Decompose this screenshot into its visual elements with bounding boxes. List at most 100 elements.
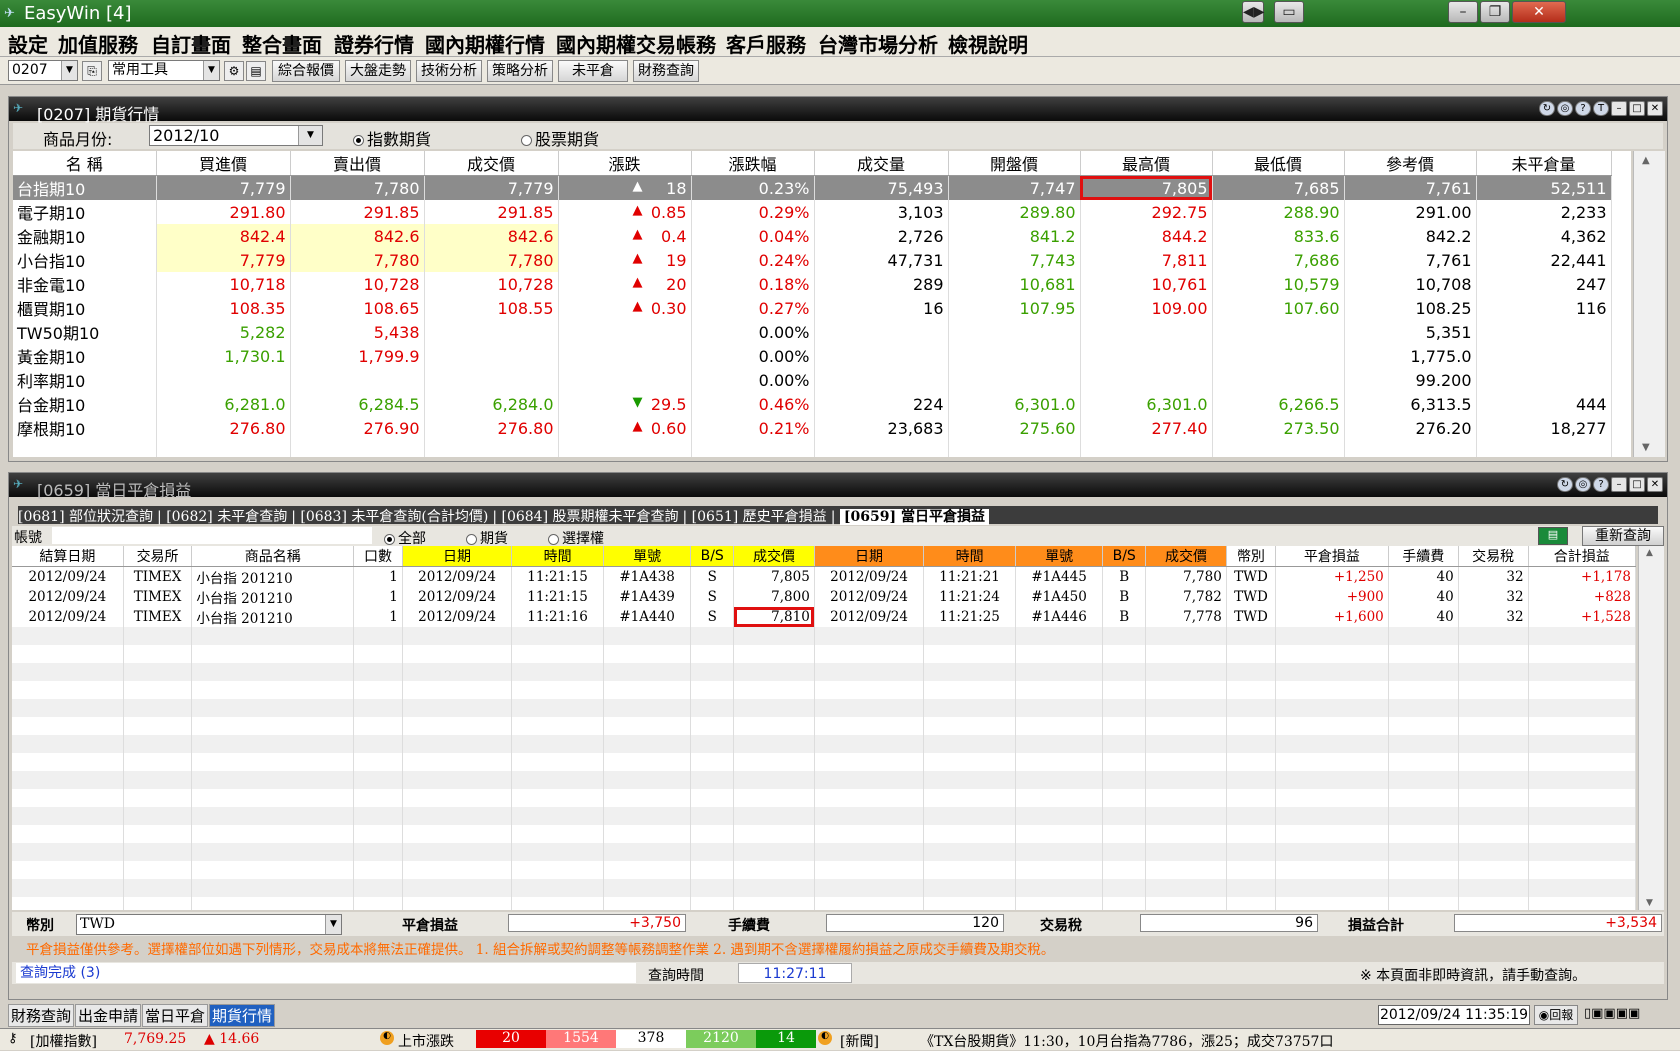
menu-item[interactable]: 國內期權行情 <box>425 29 545 58</box>
menu-item[interactable]: 設定 <box>8 29 48 58</box>
bell-icon[interactable]: ◐ <box>818 1031 832 1045</box>
menu-item[interactable]: 檢視說明 <box>948 29 1028 58</box>
toolbar-button[interactable]: 大盤走勢 <box>345 60 411 82</box>
tab-0651[interactable]: [0651] 歷史平倉損益 <box>692 509 827 525</box>
quote-row[interactable]: 非金電10 10,718 10,728 10,728 ▲ 20 0.18% 289 10,681… <box>13 272 1612 296</box>
column-header[interactable]: 名 稱 <box>13 151 157 176</box>
column-header[interactable]: 成交價 <box>733 546 815 567</box>
column-header[interactable]: 交易稅 <box>1458 546 1529 567</box>
layout-icons[interactable]: ▯▣▣▣▣ <box>1584 1006 1640 1021</box>
column-header[interactable]: 漲跌 <box>558 151 692 176</box>
quote-row[interactable]: 摩根期10 276.80 276.90 276.80 ▲ 0.60 0.21% 23,683 2… <box>13 416 1612 440</box>
quote-row[interactable]: 台金期10 6,281.0 6,284.5 6,284.0 ▼ 29.5 0.46% 224 6… <box>13 392 1612 416</box>
radio-options[interactable]: 選擇權 <box>548 528 604 548</box>
bottom-tab[interactable]: 當日平倉 <box>142 1004 209 1027</box>
column-header[interactable]: 交易所 <box>123 546 193 567</box>
settings-icon[interactable]: ◎ <box>1557 101 1573 116</box>
window-icon[interactable]: ▤ <box>246 61 266 81</box>
radio-all[interactable]: 全部 <box>384 528 426 548</box>
tab-0682[interactable]: [0682] 未平倉查詢 <box>166 509 287 525</box>
arrows-icon[interactable]: ◀▶ <box>1242 1 1265 23</box>
radio-futures[interactable]: 期貨 <box>466 528 508 548</box>
bottom-tab[interactable]: 出金申請 <box>75 1004 142 1027</box>
column-header[interactable]: 成交價 <box>1145 546 1227 567</box>
link-icon[interactable]: ↻ <box>1557 477 1573 492</box>
menu-item[interactable]: 客戶服務 <box>726 29 806 58</box>
menu-item[interactable]: 整合畫面 <box>242 29 322 58</box>
tools-combo[interactable]: 常用工具 ▼ <box>108 60 220 81</box>
column-header[interactable]: 買進價 <box>156 151 291 176</box>
column-header[interactable]: 漲跌幅 <box>691 151 815 176</box>
scroll-up-icon[interactable]: ▲ <box>1646 548 1653 558</box>
column-header[interactable]: 最低價 <box>1212 151 1345 176</box>
toolbar-button[interactable]: 技術分析 <box>416 60 482 82</box>
chevron-down-icon[interactable]: ▼ <box>298 126 322 145</box>
quote-row[interactable]: 櫃買期10 108.35 108.65 108.55 ▲ 0.30 0.27% 16 107.9… <box>13 296 1612 320</box>
maximize-button[interactable]: ❐ <box>1480 1 1510 23</box>
tab-0684[interactable]: [0684] 股票期權未平倉查詢 <box>501 509 678 525</box>
code-combo[interactable]: 0207 ▼ <box>8 60 78 81</box>
chevron-down-icon[interactable]: ▼ <box>203 61 219 80</box>
minimize-button[interactable]: – <box>1611 477 1627 492</box>
menu-item[interactable]: 證券行情 <box>334 29 414 58</box>
column-header[interactable]: 開盤價 <box>948 151 1081 176</box>
column-header[interactable]: B/S <box>690 546 735 567</box>
column-header[interactable]: B/S <box>1102 546 1147 567</box>
screen-icon[interactable]: ▭ <box>1274 1 1304 23</box>
column-header[interactable]: 成交量 <box>814 151 949 176</box>
settings-icon[interactable]: ◎ <box>1575 477 1591 492</box>
month-combo[interactable]: 2012/10 ▼ <box>149 125 323 146</box>
menu-item[interactable]: 加值服務 <box>58 29 138 58</box>
minimize-button[interactable]: – <box>1448 1 1478 23</box>
column-header[interactable]: 單號 <box>603 546 692 567</box>
maximize-button[interactable]: □ <box>1629 101 1645 116</box>
excel-icon[interactable]: ▤ <box>1538 527 1568 545</box>
column-header[interactable]: 成交價 <box>424 151 559 176</box>
column-header[interactable]: 結算日期 <box>12 546 124 567</box>
quote-row[interactable]: 小台指10 7,779 7,780 7,780 ▲ 19 0.24% 47,731 7,743 7… <box>13 248 1612 272</box>
radio-index[interactable]: 指數期貨 <box>353 126 431 150</box>
tab-0683[interactable]: [0683] 未平倉查詢(合計均價) <box>300 509 488 525</box>
radio-stock[interactable]: 股票期貨 <box>521 126 599 150</box>
toolbar-button[interactable]: 財務查詢 <box>633 60 699 82</box>
maximize-button[interactable]: □ <box>1629 477 1645 492</box>
column-header[interactable]: 平倉損益 <box>1275 546 1389 567</box>
pnl-row[interactable]: 2012/09/24 TIMEX 小台指 201210 1 2012/09/24 11:2… <box>12 607 1636 627</box>
quote-row[interactable]: TW50期10 5,282 5,438 0.00% 5,351 <box>13 320 1612 344</box>
quote-row[interactable]: 台指期10 7,779 7,780 7,779 ▲ 18 0.23% 75,493 7,747 7… <box>13 175 1612 200</box>
column-header[interactable]: 未平倉量 <box>1476 151 1612 176</box>
scroll-down-icon[interactable]: ▼ <box>1646 898 1653 908</box>
close-button[interactable]: ✕ <box>1647 477 1663 492</box>
column-header[interactable]: 最高價 <box>1080 151 1213 176</box>
bottom-tab[interactable]: 期貨行情 <box>209 1004 276 1027</box>
column-header[interactable]: 手續費 <box>1388 546 1459 567</box>
link-icon[interactable]: ↻ <box>1539 101 1555 116</box>
menu-item[interactable]: 國內期權交易帳務 <box>556 29 716 58</box>
account-field[interactable] <box>52 527 372 544</box>
column-header[interactable]: 口數 <box>353 546 403 567</box>
toolbar-button[interactable]: 未平倉 <box>558 60 628 82</box>
currency-combo[interactable]: TWD ▼ <box>76 914 342 935</box>
pnl-row[interactable]: 2012/09/24 TIMEX 小台指 201210 1 2012/09/24 11:2… <box>12 587 1636 607</box>
minimize-button[interactable]: – <box>1611 101 1627 116</box>
column-header[interactable]: 單號 <box>1015 546 1104 567</box>
column-header[interactable]: 商品名稱 <box>191 546 355 567</box>
chevron-down-icon[interactable]: ▼ <box>325 915 341 934</box>
quote-scrollbar[interactable]: ▲ ▼ <box>1633 151 1665 457</box>
column-header[interactable]: 合計損益 <box>1528 546 1636 567</box>
column-header[interactable]: 日期 <box>814 546 925 567</box>
menu-item[interactable]: 台灣市場分析 <box>818 29 938 58</box>
scroll-down-icon[interactable]: ▼ <box>1642 442 1650 453</box>
quote-row[interactable]: 電子期10 291.80 291.85 291.85 ▲ 0.85 0.29% 3,103 28… <box>13 200 1612 224</box>
bell-icon[interactable]: ◐ <box>380 1031 394 1045</box>
pnl-row[interactable]: 2012/09/24 TIMEX 小台指 201210 1 2012/09/24 11:2… <box>12 566 1636 587</box>
quote-row[interactable]: 黃金期10 1,730.1 1,799.9 0.00% 1,775.0 <box>13 344 1612 368</box>
column-header[interactable]: 賣出價 <box>290 151 425 176</box>
column-header[interactable]: 時間 <box>923 546 1016 567</box>
quote-row[interactable]: 利率期10 0.00% 99.200 <box>13 368 1612 392</box>
back-button[interactable]: ◉回報 <box>1534 1005 1578 1025</box>
close-button[interactable]: ✕ <box>1512 1 1566 23</box>
menu-item[interactable]: 自訂畫面 <box>151 29 231 58</box>
column-header[interactable]: 幣別 <box>1226 546 1277 567</box>
chevron-down-icon[interactable]: ▼ <box>61 61 77 80</box>
